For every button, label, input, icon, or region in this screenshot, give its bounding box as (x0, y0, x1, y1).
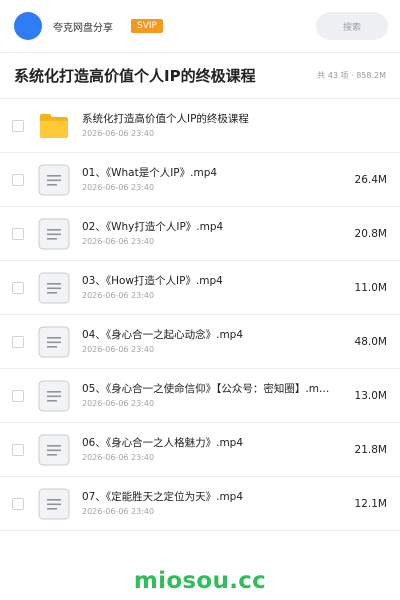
share-page: 夸克网盘分享 SVIP 搜索 系统化打造高价值个人IP的终极课程 共 43 项 … (0, 0, 400, 600)
file-date: 2026-06-06 23:40 (82, 399, 155, 408)
row-checkbox[interactable] (12, 443, 24, 456)
document-icon (38, 434, 70, 466)
document-icon (38, 218, 70, 250)
file-name: 03、《How打造个人IP》.mp4 (82, 275, 223, 287)
row-checkbox[interactable] (12, 281, 24, 294)
file-name: 06、《身心合一之人格魅力》.mp4 (82, 437, 244, 449)
share-owner-name: 夸克网盘分享 (53, 22, 113, 34)
file-row[interactable]: 01、《What是个人IP》.mp4 2026-06-06 23:40 26.4… (0, 153, 400, 207)
file-text: 05、《身心合一之使命信仰》【公众号：密知圈】.m… 2026-06-06 23… (82, 382, 343, 409)
file-text: 06、《身心合一之人格魅力》.mp4 2026-06-06 23:40 (82, 436, 343, 463)
file-name: 04、《身心合一之起心动念》.mp4 (82, 329, 244, 341)
file-name: 01、《What是个人IP》.mp4 (82, 167, 218, 179)
page-title: 系统化打造高价值个人IP的终极课程 (14, 67, 256, 85)
folder-icon (38, 110, 70, 142)
file-text: 07、《定能胜天之定位为天》.mp4 2026-06-06 23:40 (82, 490, 343, 517)
file-name: 系统化打造高价值个人IP的终极课程 (82, 113, 249, 125)
file-size: 48.0M (354, 335, 387, 348)
file-row[interactable]: 07、《定能胜天之定位为天》.mp4 2026-06-06 23:40 12.1… (0, 477, 400, 531)
file-text: 系统化打造高价值个人IP的终极课程 2026-06-06 23:40 (82, 112, 343, 139)
file-row[interactable]: 04、《身心合一之起心动念》.mp4 2026-06-06 23:40 48.0… (0, 315, 400, 369)
file-date: 2026-06-06 23:40 (82, 129, 155, 138)
document-icon (38, 380, 70, 412)
document-icon (38, 272, 70, 304)
file-row[interactable]: 03、《How打造个人IP》.mp4 2026-06-06 23:40 11.0… (0, 261, 400, 315)
title-row: 系统化打造高价值个人IP的终极课程 共 43 项 · 858.2M (0, 53, 400, 99)
document-icon (38, 488, 70, 520)
file-list: 系统化打造高价值个人IP的终极课程 2026-06-06 23:40 01、《W… (0, 99, 400, 531)
row-checkbox[interactable] (12, 389, 24, 402)
file-text: 01、《What是个人IP》.mp4 2026-06-06 23:40 (82, 166, 343, 193)
file-size: 12.1M (354, 497, 387, 510)
file-date: 2026-06-06 23:40 (82, 453, 155, 462)
row-checkbox[interactable] (12, 497, 24, 510)
file-text: 04、《身心合一之起心动念》.mp4 2026-06-06 23:40 (82, 328, 343, 355)
file-date: 2026-06-06 23:40 (82, 345, 155, 354)
svip-badge: SVIP (131, 19, 163, 33)
file-size: 20.8M (354, 227, 387, 240)
file-row-folder[interactable]: 系统化打造高价值个人IP的终极课程 2026-06-06 23:40 (0, 99, 400, 153)
watermark: miosou.cc (133, 568, 267, 594)
file-size: 13.0M (354, 389, 387, 402)
file-row[interactable]: 02、《Why打造个人IP》.mp4 2026-06-06 23:40 20.8… (0, 207, 400, 261)
document-icon (38, 326, 70, 358)
avatar[interactable] (14, 12, 42, 40)
row-checkbox[interactable] (12, 119, 24, 132)
row-checkbox[interactable] (12, 227, 24, 240)
row-checkbox[interactable] (12, 173, 24, 186)
file-row[interactable]: 06、《身心合一之人格魅力》.mp4 2026-06-06 23:40 21.8… (0, 423, 400, 477)
file-name: 05、《身心合一之使命信仰》【公众号：密知圈】.m… (82, 383, 330, 395)
file-date: 2026-06-06 23:40 (82, 291, 155, 300)
file-text: 02、《Why打造个人IP》.mp4 2026-06-06 23:40 (82, 220, 343, 247)
file-size: 26.4M (354, 173, 387, 186)
search-button[interactable]: 搜索 (316, 12, 388, 40)
file-date: 2026-06-06 23:40 (82, 237, 155, 246)
file-date: 2026-06-06 23:40 (82, 183, 155, 192)
row-checkbox[interactable] (12, 335, 24, 348)
file-name: 02、《Why打造个人IP》.mp4 (82, 221, 224, 233)
document-icon (38, 164, 70, 196)
file-size: 11.0M (354, 281, 387, 294)
file-text: 03、《How打造个人IP》.mp4 2026-06-06 23:40 (82, 274, 343, 301)
item-count-and-size: 共 43 项 · 858.2M (317, 71, 386, 80)
file-row[interactable]: 05、《身心合一之使命信仰》【公众号：密知圈】.m… 2026-06-06 23… (0, 369, 400, 423)
file-name: 07、《定能胜天之定位为天》.mp4 (82, 491, 244, 503)
file-size: 21.8M (354, 443, 387, 456)
file-date: 2026-06-06 23:40 (82, 507, 155, 516)
header: 夸克网盘分享 SVIP 搜索 (0, 0, 400, 52)
